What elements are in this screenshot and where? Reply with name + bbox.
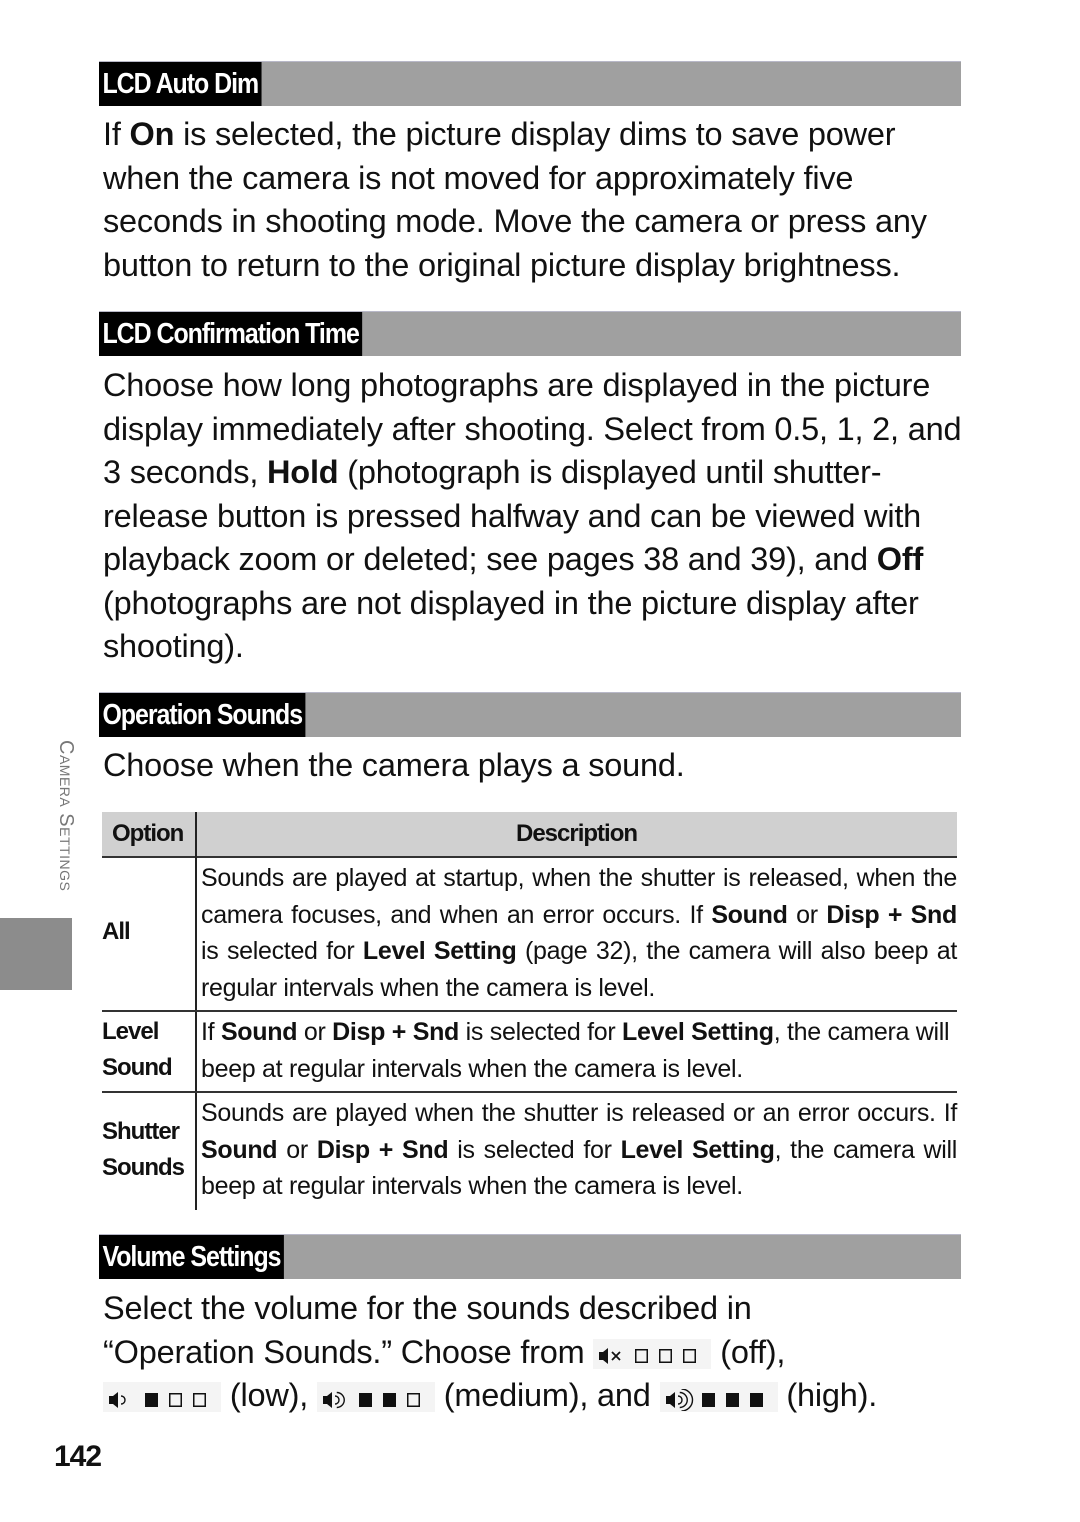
speaker-high-icon: [659, 1382, 778, 1413]
volume-intro-line: Select the volume for the sounds describ…: [103, 1290, 752, 1326]
section-heading-volume-settings: Volume Settings: [99, 1235, 284, 1279]
chapter-side-tab: [0, 918, 72, 990]
section-body-volume-settings: Select the volume for the sounds describ…: [103, 1287, 963, 1418]
bold-term: Level Setting: [620, 1135, 775, 1164]
table-row-option: All: [102, 918, 131, 945]
bold-term: Disp + Snd: [826, 900, 958, 929]
bold-term: Level Setting: [362, 937, 517, 965]
section-body-operation-sounds: Choose when the camera plays a sound.: [103, 744, 963, 788]
speaker-low-icon: [103, 1382, 221, 1413]
section-heading-lcd-confirmation-time: LCD Confirmation Time: [99, 312, 363, 356]
section-heading-lcd-auto-dim: LCD Auto Dim: [99, 62, 262, 106]
bold-term: Disp + Snd: [332, 1018, 460, 1046]
bold-term: Level Setting: [622, 1018, 774, 1046]
bold-term: Sound: [201, 1135, 278, 1164]
volume-line-3: (low), (medium), and (high).: [103, 1374, 963, 1418]
speaker-medium-icon: [316, 1382, 435, 1413]
table-row-description: Sounds are played at startup, when the s…: [201, 860, 957, 1006]
table-row-divider: [102, 1010, 957, 1012]
table-header: Option Description: [102, 812, 957, 858]
text-run: If: [201, 1018, 221, 1046]
section-body-lcd-auto-dim: If On is selected, the picture display d…: [103, 113, 963, 287]
text-run: If: [103, 116, 130, 152]
text-run: Sounds are played when the shutter is re…: [201, 1099, 957, 1127]
text-run: is selected for: [448, 1135, 621, 1164]
bold-term: Off: [876, 541, 924, 577]
section-body-lcd-confirmation-time: Choose how long photographs are displaye…: [103, 364, 963, 669]
volume-intro-prefix: “Operation Sounds.” Choose from: [103, 1333, 585, 1370]
volume-level-high: (high).: [659, 1377, 878, 1413]
table-row-description: Sounds are played when the shutter is re…: [201, 1095, 957, 1205]
volume-level-low: (low),: [103, 1377, 308, 1413]
page-number: 142: [54, 1440, 102, 1473]
volume-line-2: “Operation Sounds.” Choose from (off),: [103, 1331, 963, 1375]
speaker-muted-icon: [593, 1338, 712, 1369]
table-header-option: Option: [112, 820, 184, 847]
section-heading-operation-sounds: Operation Sounds: [99, 693, 306, 737]
table-row-divider: [102, 1091, 957, 1093]
text-run: or: [297, 1018, 333, 1046]
volume-level-label: (medium), and: [434, 1377, 651, 1413]
table-header-description: Description: [515, 820, 638, 847]
section-heading-bar-volume-settings: Volume Settings: [99, 1234, 961, 1279]
table-row-option: Shutter Sounds: [102, 1118, 185, 1181]
text-run: is selected, the picture display dims to…: [103, 116, 927, 283]
volume-level-label: (off),: [711, 1333, 786, 1370]
text-run: is selected for: [201, 937, 363, 965]
bold-term: Sound: [711, 900, 788, 929]
text-run: or: [277, 1135, 317, 1164]
bold-term: On: [129, 116, 175, 152]
volume-level-label: (high).: [777, 1377, 878, 1413]
text-run: (photographs are not displayed in the pi…: [103, 584, 919, 665]
section-heading-bar-operation-sounds: Operation Sounds: [99, 692, 961, 737]
section-heading-bar-lcd-confirmation-time: LCD Confirmation Time: [99, 311, 961, 356]
text-run: is selected for: [459, 1018, 623, 1046]
text-run: or: [787, 900, 827, 929]
text-run: Choose when the camera plays a sound.: [103, 747, 685, 783]
table-row-description: If Sound or Disp + Snd is selected for L…: [201, 1014, 957, 1087]
bold-term: Hold: [267, 454, 339, 490]
volume-level-label: (low),: [221, 1377, 309, 1413]
volume-level-off: (off),: [593, 1334, 785, 1370]
volume-level-medium: (medium), and: [316, 1377, 651, 1413]
bold-term: Sound: [220, 1018, 298, 1046]
bold-term: Disp + Snd: [316, 1135, 449, 1164]
section-heading-bar-lcd-auto-dim: LCD Auto Dim: [99, 61, 961, 106]
chapter-side-label: Camera Settings: [55, 740, 77, 892]
table-row-option: Level Sound: [102, 1018, 173, 1081]
